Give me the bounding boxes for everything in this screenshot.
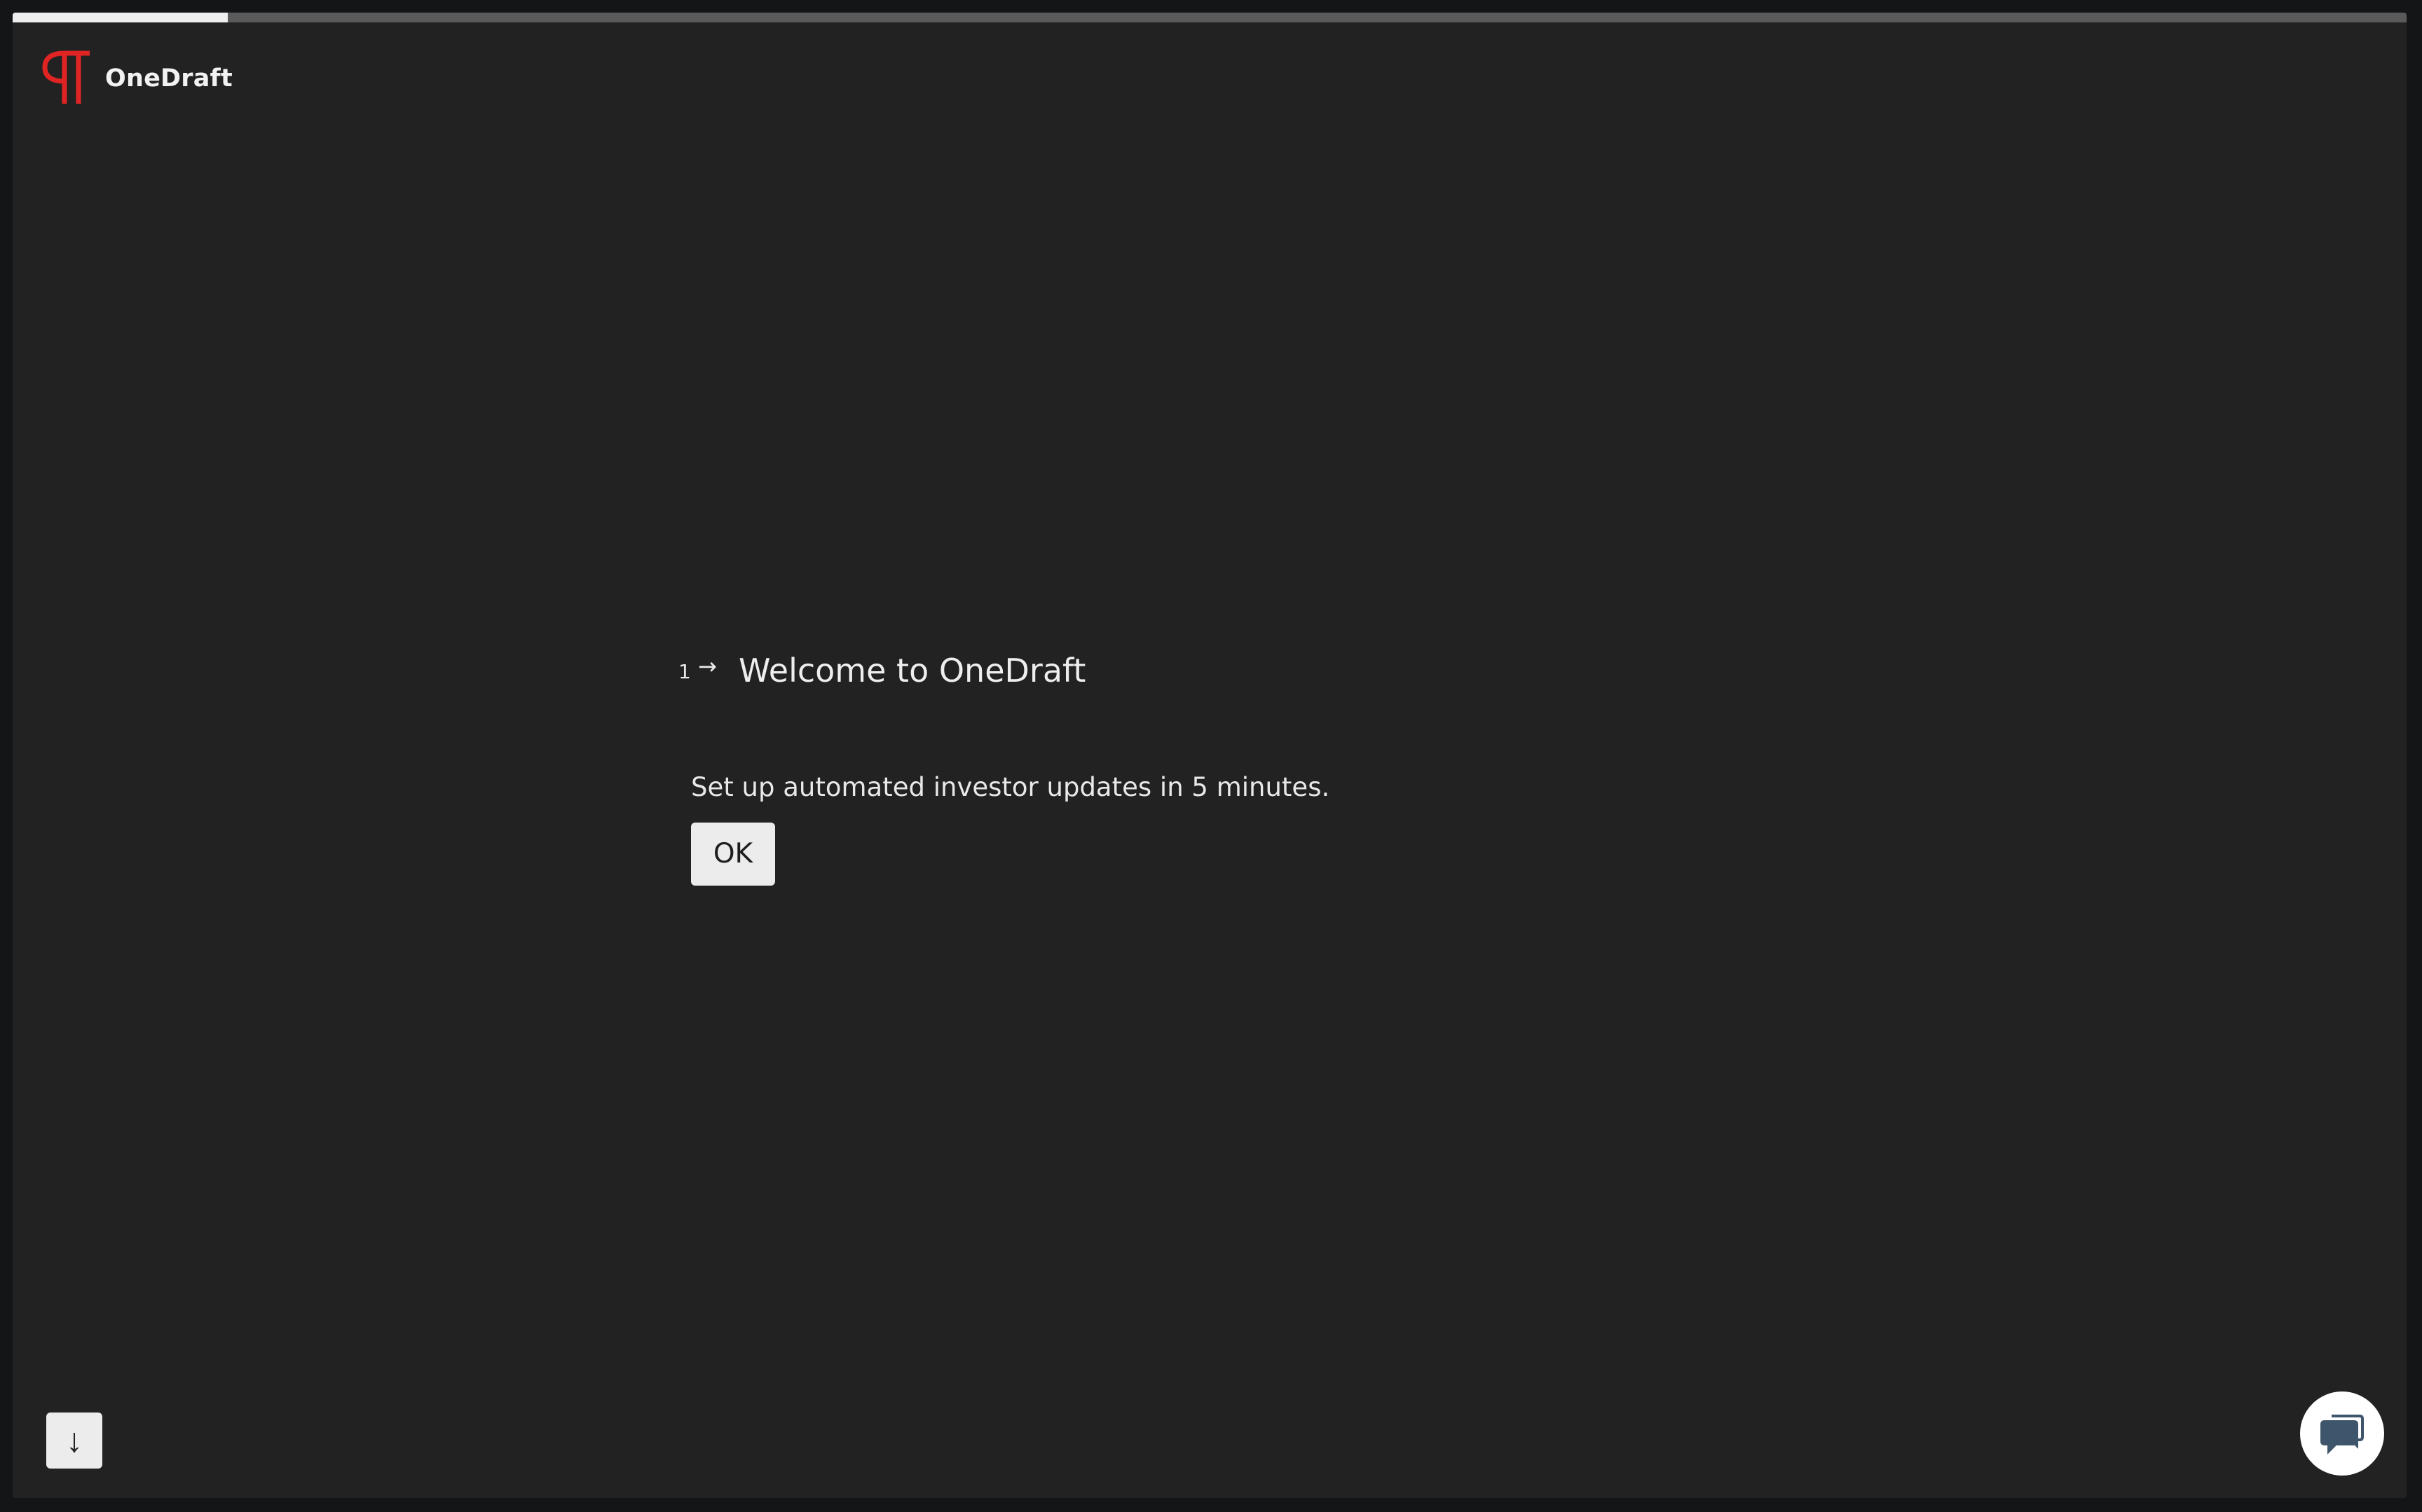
arrow-down-icon: ↓ (66, 1422, 83, 1459)
app-frame: OneDraft 1 → Welcome to OneDraft Set up … (13, 13, 2407, 1498)
question-title: Welcome to OneDraft (739, 652, 1086, 689)
brand-name: OneDraft (105, 64, 233, 92)
question-header: 1 → Welcome to OneDraft (678, 650, 1870, 692)
chat-launcher-button[interactable] (2300, 1391, 2384, 1476)
arrow-right-icon: → (698, 653, 717, 680)
next-question-button[interactable]: ↓ (46, 1413, 102, 1469)
question-description: Set up automated investor updates in 5 m… (691, 771, 1330, 802)
pilcrow-logo-icon (42, 50, 90, 104)
chat-bubbles-icon (2320, 1415, 2364, 1455)
brand: OneDraft (41, 49, 233, 108)
question-number: 1 (678, 660, 691, 683)
progress-bar-fill (13, 13, 228, 22)
progress-bar (13, 13, 2407, 22)
question-block: 1 → Welcome to OneDraft Set up automated… (678, 650, 1870, 886)
ok-button[interactable]: OK (691, 822, 775, 886)
